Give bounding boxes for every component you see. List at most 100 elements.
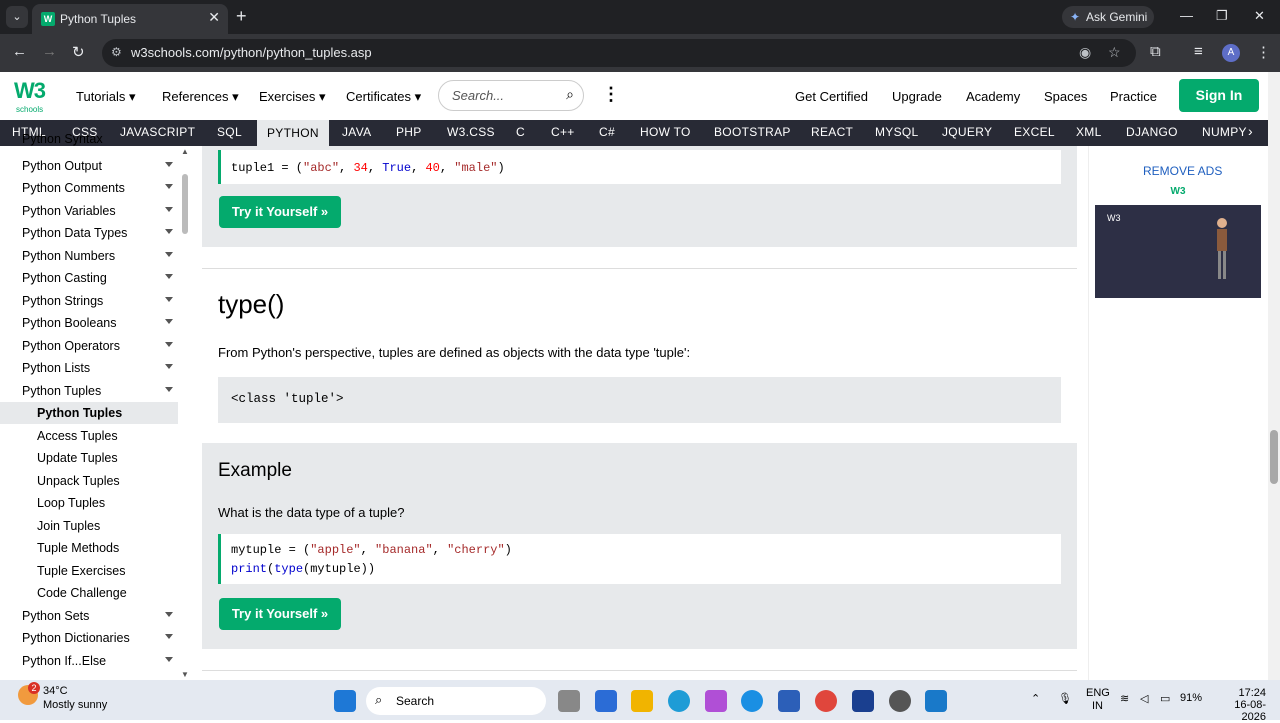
- topnav-react[interactable]: REACT: [811, 125, 853, 139]
- sidebar-subitem-tuple-methods[interactable]: Tuple Methods: [0, 537, 178, 559]
- minimize-icon[interactable]: —: [1180, 8, 1193, 23]
- topnav-c[interactable]: C: [516, 125, 525, 139]
- bookmark-star-icon[interactable]: ☆: [1108, 44, 1121, 61]
- page-scrollbar[interactable]: [1268, 72, 1280, 680]
- link-academy[interactable]: Academy: [966, 89, 1020, 104]
- sidebar-item-python-output[interactable]: Python Output: [0, 155, 178, 177]
- menu-certificates[interactable]: Certificates ▾: [346, 89, 421, 105]
- sidebar-subitem-tuple-exercises[interactable]: Tuple Exercises: [0, 560, 178, 582]
- topnav-excel[interactable]: EXCEL: [1014, 125, 1055, 139]
- sidebar-subitem-join-tuples[interactable]: Join Tuples: [0, 515, 178, 537]
- menu-tutorials[interactable]: Tutorials ▾: [76, 89, 136, 105]
- forward-icon[interactable]: →: [42, 43, 57, 60]
- samsung-icon[interactable]: [852, 690, 874, 712]
- sidebar-scroll-down-icon[interactable]: ▼: [181, 670, 189, 679]
- start-icon[interactable]: [334, 690, 356, 712]
- sidebar-item-python-booleans[interactable]: Python Booleans: [0, 312, 178, 334]
- sidebar-item-python-comments[interactable]: Python Comments: [0, 177, 178, 199]
- chrome-menu-icon[interactable]: ⋮: [1256, 43, 1271, 61]
- sidebar-subitem-python-tuples[interactable]: Python Tuples: [0, 402, 178, 424]
- edge-icon[interactable]: [668, 690, 690, 712]
- help-icon[interactable]: [741, 690, 763, 712]
- topnav-csharp[interactable]: C#: [599, 125, 615, 139]
- close-tab-icon[interactable]: ✕: [208, 9, 220, 26]
- try-it-yourself-button[interactable]: Try it Yourself »: [219, 196, 341, 228]
- topnav-python[interactable]: PYTHON: [257, 120, 329, 146]
- file-explorer-icon[interactable]: [631, 690, 653, 712]
- chrome-icon[interactable]: [815, 690, 837, 712]
- site-info-icon[interactable]: ⚙: [111, 45, 122, 59]
- sidebar-subitem-access-tuples[interactable]: Access Tuples: [0, 425, 178, 447]
- w3schools-logo[interactable]: W3 schools: [14, 78, 50, 116]
- taskbar-search[interactable]: ⌕ Search: [366, 687, 546, 715]
- volume-icon[interactable]: ◁: [1140, 692, 1148, 705]
- battery-icon[interactable]: ▭: [1160, 692, 1170, 705]
- system-clock[interactable]: 17:24 16-08-2026: [1210, 687, 1266, 723]
- topnav-django[interactable]: DJANGO: [1126, 125, 1178, 139]
- sidebar-subitem-unpack-tuples[interactable]: Unpack Tuples: [0, 470, 178, 492]
- browser-tab[interactable]: W Python Tuples ✕: [32, 4, 228, 34]
- close-window-icon[interactable]: ✕: [1254, 8, 1265, 24]
- page-scrollbar-thumb[interactable]: [1270, 430, 1278, 484]
- sidebar-item-python-data-types[interactable]: Python Data Types: [0, 222, 178, 244]
- topnav-numpy[interactable]: NUMPY: [1202, 125, 1247, 139]
- menu-references[interactable]: References ▾: [162, 89, 239, 105]
- topnav-xml[interactable]: XML: [1076, 125, 1102, 139]
- language-eng[interactable]: ENG: [1086, 687, 1110, 699]
- back-icon[interactable]: ←: [12, 43, 27, 60]
- topnav-jquery[interactable]: JQUERY: [942, 125, 992, 139]
- tab-search-button[interactable]: ⌄: [6, 6, 28, 28]
- sidebar-subitem-loop-tuples[interactable]: Loop Tuples: [0, 492, 178, 514]
- microphone-icon[interactable]: 🎙: [1058, 692, 1072, 705]
- site-search-input[interactable]: Search... ⌕: [438, 80, 584, 111]
- sidebar-item-python-lists[interactable]: Python Lists: [0, 357, 178, 379]
- try-it-yourself-button[interactable]: Try it Yourself »: [219, 598, 341, 630]
- sidebar-subitem-update-tuples[interactable]: Update Tuples: [0, 447, 178, 469]
- ask-gemini-button[interactable]: ✦ Ask Gemini: [1062, 6, 1154, 28]
- video-ad[interactable]: W3: [1095, 205, 1261, 298]
- language-in[interactable]: IN: [1092, 700, 1103, 712]
- topnav-next-icon[interactable]: ›: [1248, 123, 1253, 139]
- profile-avatar[interactable]: A: [1222, 44, 1240, 62]
- sidebar-scroll-up-icon[interactable]: ▲: [181, 147, 189, 156]
- outlook-icon[interactable]: [778, 690, 800, 712]
- sidebar-item-python-dictionaries[interactable]: Python Dictionaries: [0, 627, 178, 649]
- search-icon[interactable]: ⌕: [566, 86, 574, 103]
- topnav-sql[interactable]: SQL: [217, 125, 242, 139]
- topnav-w3css[interactable]: W3.CSS: [447, 125, 495, 139]
- link-upgrade[interactable]: Upgrade: [892, 89, 942, 104]
- link-practice[interactable]: Practice: [1110, 89, 1157, 104]
- sidebar-scrollbar-thumb[interactable]: [182, 174, 188, 234]
- address-bar[interactable]: ⚙ w3schools.com/python/python_tuples.asp…: [102, 39, 1136, 67]
- topnav-mysql[interactable]: MYSQL: [875, 125, 919, 139]
- extensions-icon[interactable]: ⧉: [1150, 43, 1161, 60]
- maximize-icon[interactable]: ❐: [1216, 8, 1228, 24]
- new-tab-button[interactable]: +: [236, 6, 247, 27]
- eye-off-icon[interactable]: ◉: [1079, 44, 1091, 61]
- topnav-cpp[interactable]: C++: [551, 125, 575, 139]
- topnav-php[interactable]: PHP: [396, 125, 422, 139]
- sidebar-item-python-tuples[interactable]: Python Tuples: [0, 380, 178, 402]
- app-icon[interactable]: [889, 690, 911, 712]
- link-get-certified[interactable]: Get Certified: [795, 89, 868, 104]
- sidebar-subitem-code-challenge[interactable]: Code Challenge: [0, 582, 178, 604]
- topnav-bootstrap[interactable]: BOOTSTRAP: [714, 125, 791, 139]
- sidebar-item-python-sets[interactable]: Python Sets: [0, 605, 178, 627]
- wifi-icon[interactable]: ≋: [1120, 692, 1129, 705]
- reload-icon[interactable]: ↻: [72, 43, 85, 61]
- sidebar-item-python-strings[interactable]: Python Strings: [0, 290, 178, 312]
- task-view-icon[interactable]: [558, 690, 580, 712]
- vscode-icon[interactable]: [925, 690, 947, 712]
- sidebar-item-python-if-else[interactable]: Python If...Else: [0, 650, 178, 672]
- topnav-java[interactable]: JAVA: [342, 125, 371, 139]
- sidebar-item-python-numbers[interactable]: Python Numbers: [0, 245, 178, 267]
- menu-exercises[interactable]: Exercises ▾: [259, 89, 326, 105]
- copilot-icon[interactable]: [705, 690, 727, 712]
- remove-ads-link[interactable]: REMOVE ADS: [1143, 164, 1222, 178]
- more-options-icon[interactable]: ⋮: [602, 84, 620, 105]
- reading-list-icon[interactable]: ≡: [1194, 43, 1203, 60]
- sidebar-item-python-variables[interactable]: Python Variables: [0, 200, 178, 222]
- topnav-howto[interactable]: HOW TO: [640, 125, 691, 139]
- sign-in-button[interactable]: Sign In: [1179, 79, 1259, 112]
- store-icon[interactable]: [595, 690, 617, 712]
